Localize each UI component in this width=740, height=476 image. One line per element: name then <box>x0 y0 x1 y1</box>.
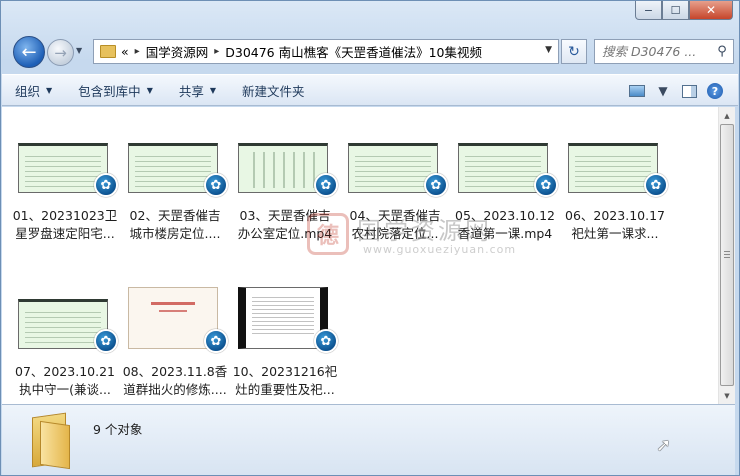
scroll-down-button[interactable]: ▼ <box>719 387 735 404</box>
video-player-icon: ✿ <box>314 329 338 353</box>
view-icon <box>629 85 645 97</box>
forward-button[interactable]: → <box>47 39 74 66</box>
breadcrumb-separator[interactable]: ▸ <box>214 46 219 57</box>
share-menu[interactable]: 共享 ▼ <box>166 77 229 103</box>
breadcrumb-item-root[interactable]: 国学资源网 <box>146 42 209 61</box>
file-name: 02、天罡香催吉 城市楼房定位.... <box>129 208 221 241</box>
back-arrow-icon: ← <box>21 41 37 63</box>
details-pane: 9 个对象 ➚ <box>2 404 735 475</box>
video-player-icon: ✿ <box>204 329 228 353</box>
forward-arrow-icon: → <box>54 43 67 62</box>
address-bar[interactable]: « ▸ 国学资源网 ▸ D30476 南山樵客《天罡香道催法》10集视频 ▼ <box>93 39 559 64</box>
mouse-pointer-icon: ➚ <box>656 435 672 456</box>
file-item[interactable]: ✿ 05、2023.10.12 香道第一课.mp4 <box>450 107 560 241</box>
refresh-icon: ↻ <box>568 43 580 60</box>
minimize-button[interactable]: − <box>635 1 662 20</box>
scrollbar-thumb[interactable] <box>720 124 734 386</box>
view-controls: ▼ ? <box>624 79 728 103</box>
file-name: 04、天罡香催吉 农村院落定位... <box>349 208 441 241</box>
chevron-down-icon: ▼ <box>46 85 53 95</box>
change-view-button[interactable] <box>624 79 650 103</box>
search-box: ⚲ <box>594 39 734 64</box>
file-item[interactable]: ✿ 02、天罡香催吉 城市楼房定位.... <box>120 107 230 241</box>
preview-pane-icon <box>681 84 697 98</box>
search-input[interactable] <box>595 44 711 59</box>
breadcrumb-overflow[interactable]: « <box>121 44 129 59</box>
file-name: 08、2023.11.8香 道群拙火的修炼.... <box>122 364 228 397</box>
include-in-library-label: 包含到库中 <box>78 83 141 99</box>
new-folder-label: 新建文件夹 <box>242 83 305 99</box>
include-in-library-menu[interactable]: 包含到库中 ▼ <box>65 77 166 103</box>
video-player-icon: ✿ <box>204 173 228 197</box>
file-name: 05、2023.10.12 香道第一课.mp4 <box>455 208 555 241</box>
video-player-icon: ✿ <box>644 173 668 197</box>
organize-menu[interactable]: 组织 ▼ <box>2 77 65 103</box>
file-name: 10、20231216祀 灶的重要性及祀... <box>232 364 338 397</box>
folder-icon <box>28 412 76 470</box>
file-item[interactable]: ✿ 01、20231023卫 星罗盘速定阳宅... <box>10 107 120 241</box>
video-player-icon: ✿ <box>534 173 558 197</box>
refresh-button[interactable]: ↻ <box>561 39 587 64</box>
view-options-button[interactable]: ▼ <box>650 79 676 103</box>
close-button[interactable]: ✕ <box>689 1 733 20</box>
file-list: ✿ 01、20231023卫 星罗盘速定阳宅... ✿ 02、天罡香催吉 城市楼房定… <box>2 107 718 404</box>
maximize-button[interactable]: ☐ <box>662 1 689 20</box>
new-folder-button[interactable]: 新建文件夹 <box>229 77 318 103</box>
folder-icon <box>100 45 116 58</box>
file-item[interactable]: ✿ 10、20231216祀 灶的重要性及祀... <box>230 263 340 397</box>
explorer-window: − ☐ ✕ ← → ▼ « ▸ 国学资源网 ▸ D30476 南山樵客《天罡香道… <box>0 0 740 476</box>
file-name: 03、天罡香催吉 办公室定位.mp4 <box>237 208 333 241</box>
organize-label: 组织 <box>15 83 41 99</box>
vertical-scrollbar[interactable]: ▲ ▼ <box>718 107 735 404</box>
help-icon: ? <box>707 83 723 99</box>
file-item[interactable]: ✿ 03、天罡香催吉 办公室定位.mp4 <box>230 107 340 241</box>
help-button[interactable]: ? <box>702 79 728 103</box>
video-player-icon: ✿ <box>94 173 118 197</box>
file-name: 06、2023.10.17 祀灶第一课求... <box>565 208 665 241</box>
file-name: 01、20231023卫 星罗盘速定阳宅... <box>12 208 118 241</box>
breadcrumb-item-current[interactable]: D30476 南山樵客《天罡香道催法》10集视频 <box>225 42 482 61</box>
back-button[interactable]: ← <box>13 36 45 68</box>
search-icon[interactable]: ⚲ <box>711 44 733 59</box>
address-dropdown-icon[interactable]: ▼ <box>545 45 552 55</box>
video-player-icon: ✿ <box>424 173 448 197</box>
recent-pages-button[interactable]: ▼ <box>76 46 82 55</box>
file-item[interactable]: ✿ 06、2023.10.17 祀灶第一课求... <box>560 107 670 241</box>
file-item[interactable]: ✿ 07、2023.10.21 执中守一(兼谈... <box>10 263 120 397</box>
caption-buttons: − ☐ ✕ <box>635 1 733 20</box>
chevron-down-icon: ▼ <box>209 85 217 95</box>
file-item[interactable]: ✿ 08、2023.11.8香 道群拙火的修炼.... <box>120 263 230 397</box>
video-player-icon: ✿ <box>94 329 118 353</box>
breadcrumb-separator[interactable]: ▸ <box>135 46 140 57</box>
command-bar: 组织 ▼ 包含到库中 ▼ 共享 ▼ 新建文件夹 ▼ ? <box>2 74 738 106</box>
item-count: 9 个对象 <box>93 422 143 437</box>
scroll-up-button[interactable]: ▲ <box>719 107 735 124</box>
preview-pane-button[interactable] <box>676 79 702 103</box>
file-item[interactable]: ✿ 04、天罡香催吉 农村院落定位... <box>340 107 450 241</box>
chevron-down-icon: ▼ <box>146 85 153 95</box>
file-name: 07、2023.10.21 执中守一(兼谈... <box>15 364 115 397</box>
video-player-icon: ✿ <box>314 173 338 197</box>
grip-icon <box>724 251 730 258</box>
chevron-down-icon: ▼ <box>658 84 668 98</box>
navigation-bar: ← → ▼ « ▸ 国学资源网 ▸ D30476 南山樵客《天罡香道催法》10集… <box>9 36 734 68</box>
share-label: 共享 <box>178 83 204 99</box>
